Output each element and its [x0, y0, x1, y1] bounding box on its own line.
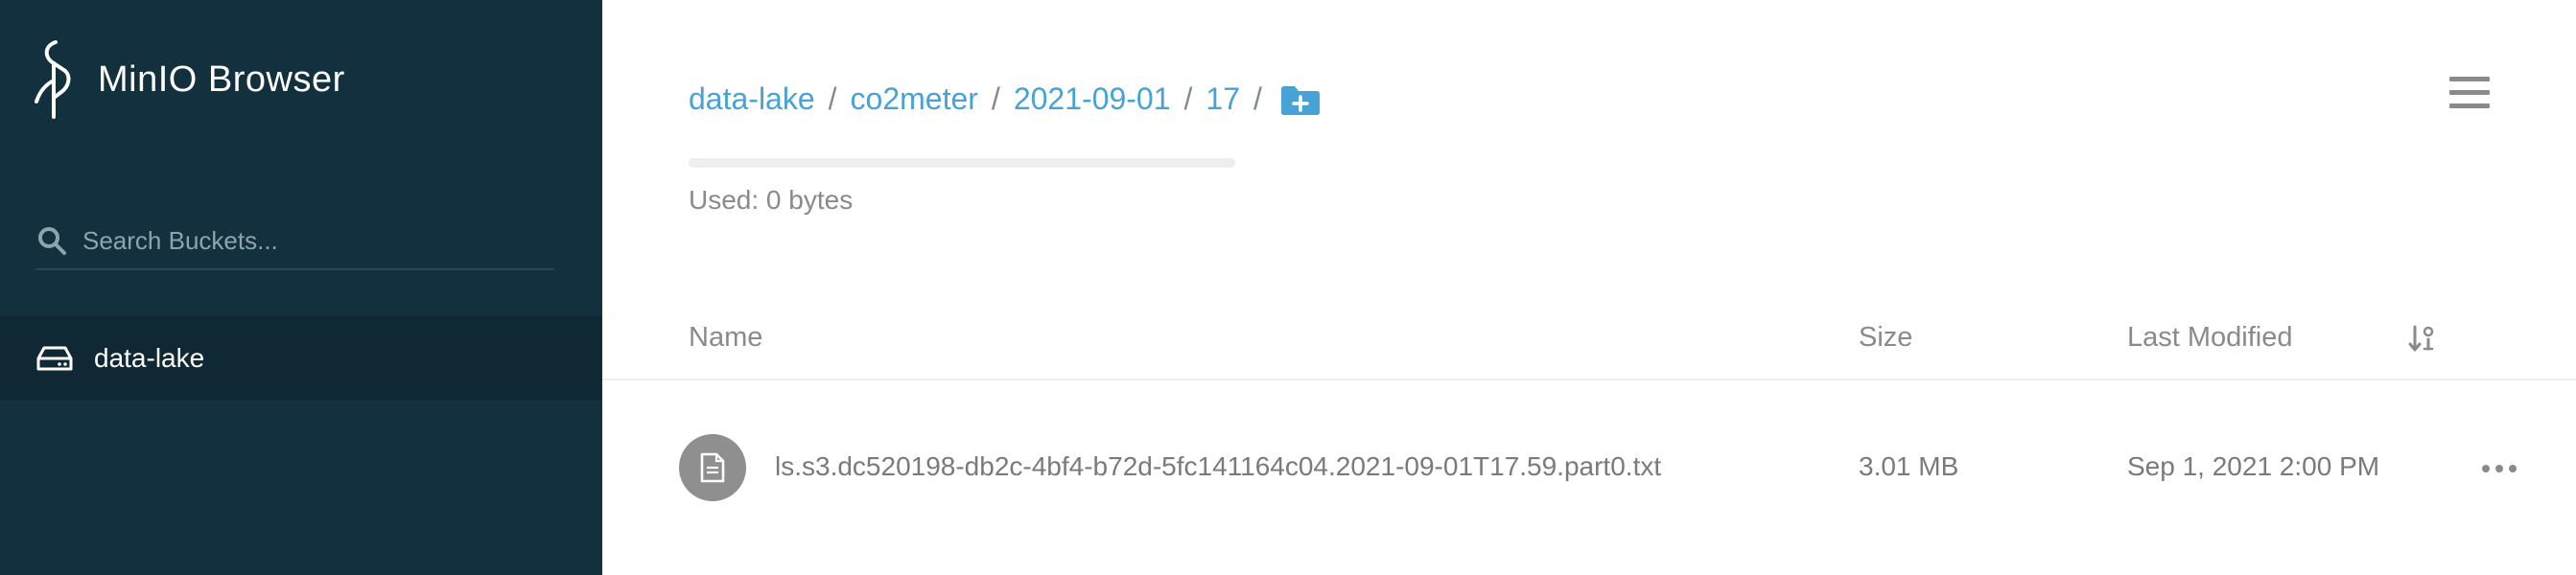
bucket-label: data-lake: [94, 343, 205, 373]
minio-logo-icon: [35, 40, 71, 119]
hamburger-line: [2449, 104, 2490, 108]
menu-button[interactable]: [2449, 77, 2490, 115]
brand: MinIO Browser: [33, 38, 345, 121]
file-type-avatar: [679, 434, 746, 501]
hamburger-line: [2449, 90, 2490, 95]
column-header-name[interactable]: Name: [689, 322, 762, 354]
breadcrumb-separator: /: [991, 81, 1000, 116]
more-actions-icon[interactable]: [2480, 459, 2518, 478]
search-icon: [38, 227, 66, 255]
storage-usage-bar: [689, 158, 1235, 168]
hamburger-icon: [2449, 77, 2490, 81]
breadcrumb-data-lake[interactable]: data-lake: [689, 81, 815, 117]
breadcrumb: data-lake / co2meter / 2021-09-01 / 17 /: [689, 81, 1322, 117]
table-row[interactable]: ls.s3.dc520198-db2c-4bf4-b72d-5fc141164c…: [602, 380, 2576, 553]
column-header-size[interactable]: Size: [1859, 322, 1912, 354]
bucket-search: [36, 213, 554, 270]
breadcrumb-co2meter[interactable]: co2meter: [851, 81, 978, 117]
file-list-header: Name Size Last Modified: [602, 316, 2576, 380]
sidebar: MinIO Browser data-lake: [0, 0, 602, 575]
breadcrumb-17[interactable]: 17: [1206, 81, 1240, 117]
storage-usage-text: Used: 0 bytes: [689, 185, 854, 215]
main-content: data-lake / co2meter / 2021-09-01 / 17 /…: [602, 0, 2576, 575]
folder-plus-icon: [1280, 85, 1320, 115]
breadcrumb-2021-09-01[interactable]: 2021-09-01: [1014, 81, 1171, 117]
breadcrumb-separator: /: [828, 81, 837, 116]
new-folder-button[interactable]: [1279, 83, 1322, 116]
sort-icon[interactable]: [2407, 324, 2436, 353]
breadcrumb-separator: /: [1183, 81, 1193, 116]
breadcrumb-separator: /: [1253, 81, 1262, 116]
app-title: MinIO Browser: [98, 58, 345, 100]
document-icon: [700, 452, 725, 483]
file-last-modified: Sep 1, 2021 2:00 PM: [2127, 451, 2380, 481]
drive-icon: [36, 346, 73, 371]
sidebar-item-data-lake[interactable]: data-lake: [0, 316, 602, 401]
search-buckets-input[interactable]: [81, 224, 545, 257]
file-size: 3.01 MB: [1859, 451, 1959, 481]
column-header-last-modified[interactable]: Last Modified: [2127, 322, 2293, 354]
file-name[interactable]: ls.s3.dc520198-db2c-4bf4-b72d-5fc141164c…: [775, 451, 1661, 482]
